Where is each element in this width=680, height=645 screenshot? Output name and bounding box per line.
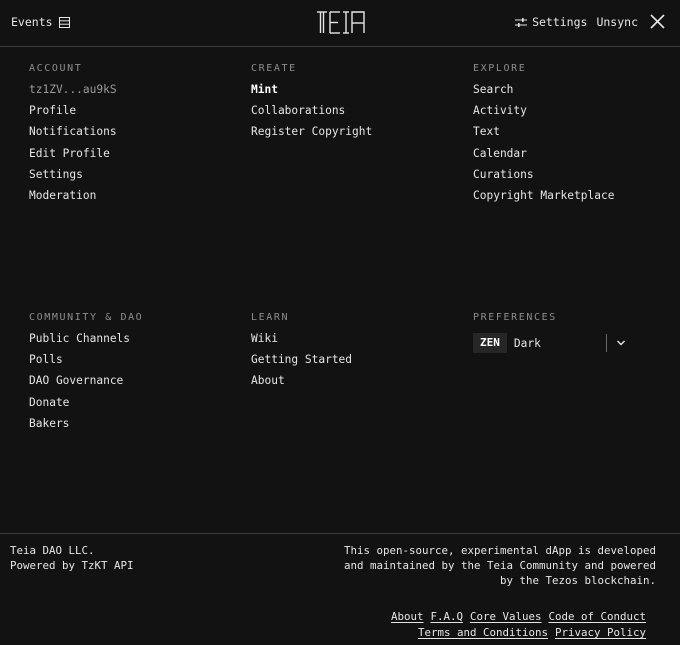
events-button[interactable]: Events (11, 14, 70, 30)
account-item-notifications[interactable]: Notifications (29, 125, 117, 146)
account-section: ACCOUNT tz1ZV...au9kS Profile Notificati… (29, 62, 117, 210)
explore-item-curations[interactable]: Curations (473, 168, 614, 189)
learn-item-getting-started[interactable]: Getting Started (251, 353, 352, 374)
create-item-register-copyright[interactable]: Register Copyright (251, 125, 372, 146)
footer-links: About F.A.Q Core Values Code of Conduct Ter… (346, 609, 646, 641)
account-item-edit-profile[interactable]: Edit Profile (29, 147, 117, 168)
community-title: COMMUNITY & DAO (29, 312, 144, 323)
create-item-collaborations[interactable]: Collaborations (251, 104, 372, 125)
explore-item-calendar[interactable]: Calendar (473, 147, 614, 168)
footer-links-row-1: About F.A.Q Core Values Code of Conduct (346, 609, 646, 625)
footer-link-terms[interactable]: Terms and Conditions (418, 626, 548, 639)
learn-title: LEARN (251, 312, 290, 323)
account-address[interactable]: tz1ZV...au9kS (29, 83, 117, 104)
explore-item-text[interactable]: Text (473, 125, 614, 146)
explore-item-search[interactable]: Search (473, 83, 614, 104)
community-section: COMMUNITY & DAO Public Channels Polls DA… (29, 311, 143, 438)
account-item-moderation[interactable]: Moderation (29, 189, 117, 210)
learn-item-about[interactable]: About (251, 374, 352, 395)
zen-toggle[interactable]: ZEN (473, 333, 507, 353)
events-label: Events (11, 15, 53, 29)
learn-section: LEARN Wiki Getting Started About (251, 311, 352, 396)
footer-link-code-of-conduct[interactable]: Code of Conduct (548, 610, 646, 623)
events-icon (58, 16, 70, 28)
header-actions: Settings Unsync (515, 13, 666, 31)
teia-logo-mark (317, 11, 365, 34)
settings-button[interactable]: Settings (515, 15, 587, 29)
account-title: ACCOUNT (29, 63, 83, 74)
community-item-bakers[interactable]: Bakers (29, 417, 143, 438)
account-item-settings[interactable]: Settings (29, 168, 117, 189)
explore-section: EXPLORE Search Activity Text Calendar Cu… (473, 62, 614, 210)
learn-item-wiki[interactable]: Wiki (251, 332, 352, 353)
footer-divider (0, 533, 680, 534)
unsync-button[interactable]: Unsync (596, 15, 638, 29)
preferences-row: ZEN Dark (473, 332, 626, 354)
footer-link-about[interactable]: About (391, 610, 424, 623)
footer-link-core-values[interactable]: Core Values (470, 610, 542, 623)
explore-item-copyright-marketplace[interactable]: Copyright Marketplace (473, 189, 614, 210)
footer-left: Teia DAO LLC. Powered by TzKT API (10, 543, 134, 573)
explore-title: EXPLORE (473, 63, 527, 74)
create-section: CREATE Mint Collaborations Register Copy… (251, 62, 372, 147)
community-item-polls[interactable]: Polls (29, 353, 143, 374)
settings-label: Settings (532, 15, 588, 29)
preferences-section: PREFERENCES ZEN Dark (473, 311, 626, 354)
theme-value: Dark (513, 336, 541, 350)
chevron-down-icon (616, 338, 626, 348)
close-button[interactable] (650, 14, 666, 30)
footer-links-row-2: Terms and Conditions Privacy Policy (346, 625, 646, 641)
account-item-profile[interactable]: Profile (29, 104, 117, 125)
select-divider (605, 334, 607, 352)
footer-powered-by: Powered by TzKT API (10, 559, 134, 572)
footer-company: Teia DAO LLC. (10, 544, 95, 557)
sliders-icon (515, 17, 528, 27)
header: Events Settings Unsync (0, 0, 680, 47)
footer-description: This open-source, experimental dApp is d… (343, 544, 656, 587)
community-item-public-channels[interactable]: Public Channels (29, 332, 143, 353)
community-item-donate[interactable]: Donate (29, 396, 143, 417)
preferences-title: PREFERENCES (473, 312, 557, 323)
teia-logo[interactable] (316, 10, 366, 35)
create-title: CREATE (251, 63, 297, 74)
explore-item-activity[interactable]: Activity (473, 104, 614, 125)
create-item-mint[interactable]: Mint (251, 83, 372, 104)
menu-page: Events Settings Unsync ACCOUNT tz1ZV...a… (0, 0, 680, 645)
close-icon (650, 14, 665, 29)
footer-link-faq[interactable]: F.A.Q (430, 610, 463, 623)
footer-link-privacy[interactable]: Privacy Policy (555, 626, 646, 639)
community-item-dao-governance[interactable]: DAO Governance (29, 374, 143, 395)
theme-select[interactable]: Dark (514, 333, 626, 353)
